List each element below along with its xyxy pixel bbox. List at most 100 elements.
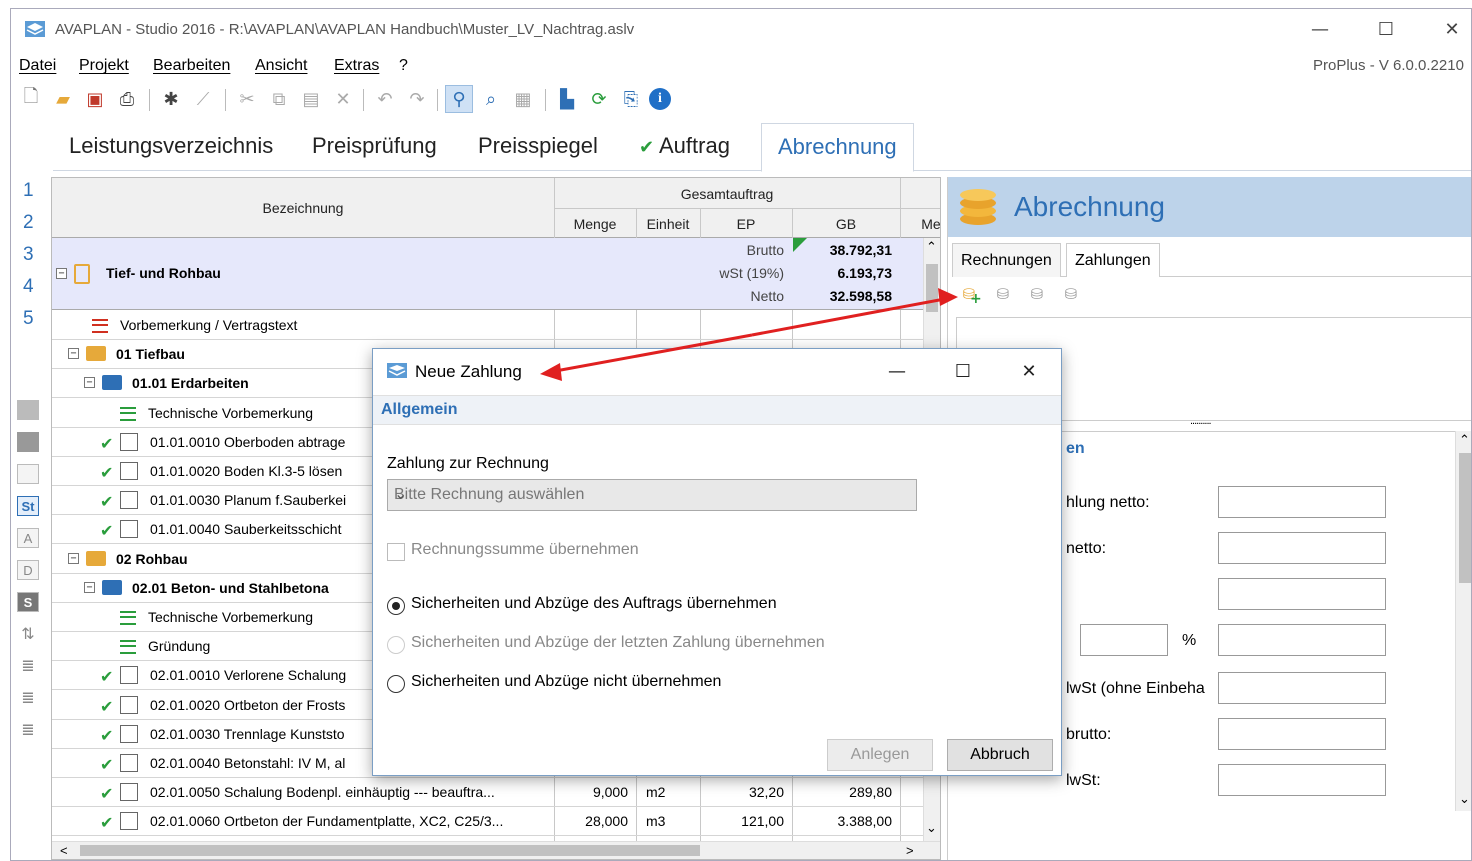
radio-letzte-zahlung[interactable] — [387, 636, 405, 654]
d-icon[interactable]: D — [17, 560, 39, 580]
filter-icon[interactable]: ⚲ — [445, 85, 473, 113]
collapse-toggle[interactable]: − — [68, 348, 79, 360]
row-checkbox[interactable] — [120, 462, 138, 480]
table-row[interactable]: ✔ 02.01.0050 Schalung Bodenpl. einhäuptig… — [52, 778, 924, 808]
approve-payment-icon[interactable]: ⛁ — [990, 285, 1016, 309]
row-checkbox[interactable] — [120, 754, 138, 772]
percent-field[interactable] — [1080, 624, 1168, 656]
collapse-toggle[interactable]: − — [84, 581, 95, 593]
amount-field[interactable] — [1218, 578, 1386, 610]
row-checkbox[interactable] — [120, 666, 138, 685]
tab-preispruefung[interactable]: Preisprüfung — [312, 133, 437, 159]
row-checkbox[interactable] — [120, 724, 138, 743]
undo-icon[interactable]: ↶ — [371, 85, 399, 113]
a-icon[interactable]: A — [17, 528, 39, 548]
dialog-close-button[interactable]: ✕ — [1009, 359, 1049, 385]
text-icon[interactable]: ≣ — [17, 688, 39, 708]
redo-icon[interactable]: ↷ — [403, 85, 431, 113]
col-menge[interactable]: Menge — [554, 216, 636, 232]
scroll-right-icon[interactable]: > — [906, 843, 914, 858]
export-icon[interactable]: ⎘ — [617, 85, 645, 113]
row-checkbox[interactable] — [120, 520, 138, 539]
col-gb[interactable]: GB — [792, 216, 900, 232]
menu-extras[interactable]: Extras — [334, 57, 379, 75]
abbruch-button[interactable]: Abbruch — [947, 739, 1053, 771]
dialog-minimize-button[interactable]: — — [877, 359, 917, 385]
open-folder-icon[interactable]: ▰ — [49, 85, 77, 113]
row-checkbox[interactable] — [120, 695, 138, 714]
settings-icon[interactable]: ✱ — [157, 85, 185, 113]
grid-horizontal-scrollbar[interactable]: < > — [52, 841, 940, 859]
level-2-button[interactable]: 2 — [23, 212, 34, 234]
table-icon[interactable]: ▦ — [509, 85, 537, 113]
s-icon[interactable]: S — [17, 592, 39, 612]
tab-zahlungen[interactable]: Zahlungen — [1066, 243, 1160, 277]
print-icon[interactable]: ⎙ — [113, 85, 141, 113]
mwst-field[interactable] — [1218, 764, 1386, 796]
tab-preisspiegel[interactable]: Preisspiegel — [478, 133, 598, 159]
text-icon[interactable]: ≣ — [17, 656, 39, 676]
folder-icon[interactable] — [17, 432, 39, 452]
scroll-up-icon[interactable]: ⌃ — [1459, 433, 1470, 448]
scroll-up-icon[interactable]: ⌃ — [926, 240, 937, 255]
level-1-button[interactable]: 1 — [23, 180, 34, 202]
scroll-thumb[interactable] — [926, 264, 938, 312]
scroll-down-icon[interactable]: ⌄ — [926, 821, 937, 836]
new-file-icon[interactable]: 🗋 — [17, 85, 45, 113]
minimize-button[interactable]: — — [1297, 17, 1343, 43]
delete-icon[interactable]: ✕ — [329, 85, 357, 113]
maximize-button[interactable]: ☐ — [1363, 17, 1409, 43]
text-icon[interactable]: ≣ — [17, 720, 39, 740]
col-bezeichnung[interactable]: Bezeichnung — [52, 200, 554, 216]
database-icon[interactable]: ▙ — [553, 85, 581, 113]
blank-icon[interactable] — [17, 464, 39, 484]
menu-bearbeiten[interactable]: Bearbeiten — [153, 57, 230, 75]
row-checkbox[interactable] — [120, 812, 138, 831]
magic-wand-icon[interactable]: ⟋ — [189, 85, 217, 113]
tab-abrechnung[interactable]: Abrechnung — [761, 123, 914, 172]
collapse-toggle[interactable]: − — [68, 552, 79, 564]
edit-payment-icon[interactable]: ⛁ — [1024, 285, 1050, 309]
close-button[interactable]: ✕ — [1429, 17, 1471, 43]
col-ep[interactable]: EP — [700, 216, 792, 232]
scroll-thumb[interactable] — [80, 845, 700, 856]
form-vertical-scrollbar[interactable]: ⌃ ⌄ — [1455, 431, 1471, 811]
note-row[interactable]: Vorbemerkung / Vertragstext — [52, 311, 924, 340]
menu-ansicht[interactable]: Ansicht — [255, 57, 307, 75]
row-checkbox[interactable] — [120, 491, 138, 510]
rechnungssumme-checkbox[interactable] — [387, 543, 405, 561]
collapse-toggle[interactable]: − — [84, 377, 95, 389]
menu-help[interactable]: ? — [399, 57, 408, 75]
row-checkbox[interactable] — [120, 432, 138, 451]
summary-row[interactable]: − Tief- und Rohbau Brutto wSt (19%) Nett… — [52, 238, 924, 310]
splitter-handle[interactable]: .......... — [1190, 415, 1212, 427]
collapse-toggle[interactable]: − — [56, 268, 67, 279]
level-4-button[interactable]: 4 — [23, 276, 34, 298]
refresh-icon[interactable]: ⟳ — [585, 85, 613, 113]
row-checkbox[interactable] — [120, 783, 138, 802]
table-row[interactable]: ✔ 02.01.0060 Ortbeton der Fundamentplatte… — [52, 807, 924, 837]
cut-icon[interactable]: ✂ — [233, 85, 261, 113]
info-icon[interactable]: i — [649, 88, 671, 110]
search-icon[interactable]: ⌕ — [477, 85, 505, 113]
col-einheit[interactable]: Einheit — [636, 216, 700, 232]
menu-datei[interactable]: Datei — [19, 57, 56, 75]
level-3-button[interactable]: 3 — [23, 244, 34, 266]
delete-payment-icon[interactable]: ⛁ — [1058, 285, 1084, 309]
zahlung-netto-field[interactable] — [1218, 486, 1386, 518]
save-icon[interactable]: ▣ — [81, 85, 109, 113]
radio-nicht[interactable] — [387, 675, 405, 693]
menu-projekt[interactable]: Projekt — [79, 57, 129, 75]
st-icon[interactable]: St — [17, 496, 39, 516]
paste-icon[interactable]: ▤ — [297, 85, 325, 113]
mwst-ohne-field[interactable] — [1218, 672, 1386, 704]
anlegen-button[interactable]: Anlegen — [827, 739, 933, 771]
folder-icon[interactable] — [17, 400, 39, 420]
tab-rechnungen[interactable]: Rechnungen — [952, 243, 1061, 277]
radio-auftrag[interactable] — [387, 597, 405, 615]
brutto-field[interactable] — [1218, 718, 1386, 750]
rechnung-select[interactable]: Bitte Rechnung auswählen ⌄ — [387, 479, 917, 511]
sort-icon[interactable]: ⇅ — [17, 624, 39, 644]
netto-field[interactable] — [1218, 532, 1386, 564]
percent-amount-field[interactable] — [1218, 624, 1386, 656]
